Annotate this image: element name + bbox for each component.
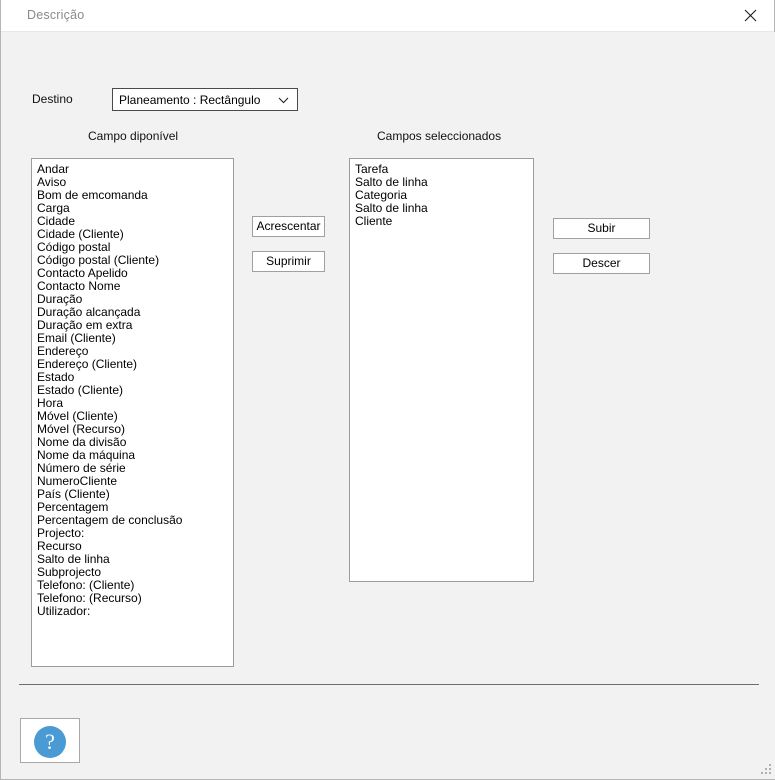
help-glyph: ? <box>45 729 55 754</box>
destino-selected-value: Planeamento : Rectângulo <box>119 93 261 107</box>
close-icon <box>744 9 757 22</box>
resize-grip-dot <box>769 764 771 766</box>
available-fields-listbox[interactable]: Andar Aviso Bom de emcomanda Carga Cidade Cid… <box>31 158 234 667</box>
resize-grip-dot <box>769 768 771 770</box>
help-button[interactable]: ? <box>20 718 80 763</box>
help-question-icon: ? <box>34 726 66 758</box>
title-bar: Descrição <box>1 0 774 32</box>
selected-fields-list: Tarefa Salto de linha Categoria Salto de li… <box>350 159 533 228</box>
resize-grip[interactable] <box>758 761 772 775</box>
resize-grip-dot <box>765 772 767 774</box>
footer-divider <box>19 684 759 685</box>
dialog-body: Destino Planeamento : Rectângulo Campo d… <box>2 32 775 779</box>
close-button[interactable] <box>728 0 774 31</box>
remove-field-button[interactable]: Suprimir <box>252 251 325 272</box>
add-field-button[interactable]: Acrescentar <box>252 216 325 237</box>
selected-fields-header: Campos seleccionados <box>377 129 502 143</box>
destino-dropdown[interactable]: Planeamento : Rectângulo <box>112 88 298 111</box>
window-title: Descrição <box>27 8 85 22</box>
dialog-window: Descrição Destino Planeamento : Rectângu… <box>0 0 775 780</box>
move-up-button[interactable]: Subir <box>553 218 650 239</box>
chevron-down-icon <box>278 97 289 104</box>
resize-grip-dot <box>765 768 767 770</box>
available-field-item[interactable]: Utilizador: <box>32 605 233 618</box>
resize-grip-dot <box>761 772 763 774</box>
resize-grip-dot <box>769 772 771 774</box>
move-down-button[interactable]: Descer <box>553 253 650 274</box>
available-fields-header: Campo diponível <box>88 129 179 143</box>
destino-label: Destino <box>32 92 73 106</box>
selected-fields-listbox[interactable]: Tarefa Salto de linha Categoria Salto de li… <box>349 158 534 582</box>
available-fields-list: Andar Aviso Bom de emcomanda Carga Cidade Cid… <box>32 159 233 618</box>
selected-field-item[interactable]: Cliente <box>350 215 533 228</box>
